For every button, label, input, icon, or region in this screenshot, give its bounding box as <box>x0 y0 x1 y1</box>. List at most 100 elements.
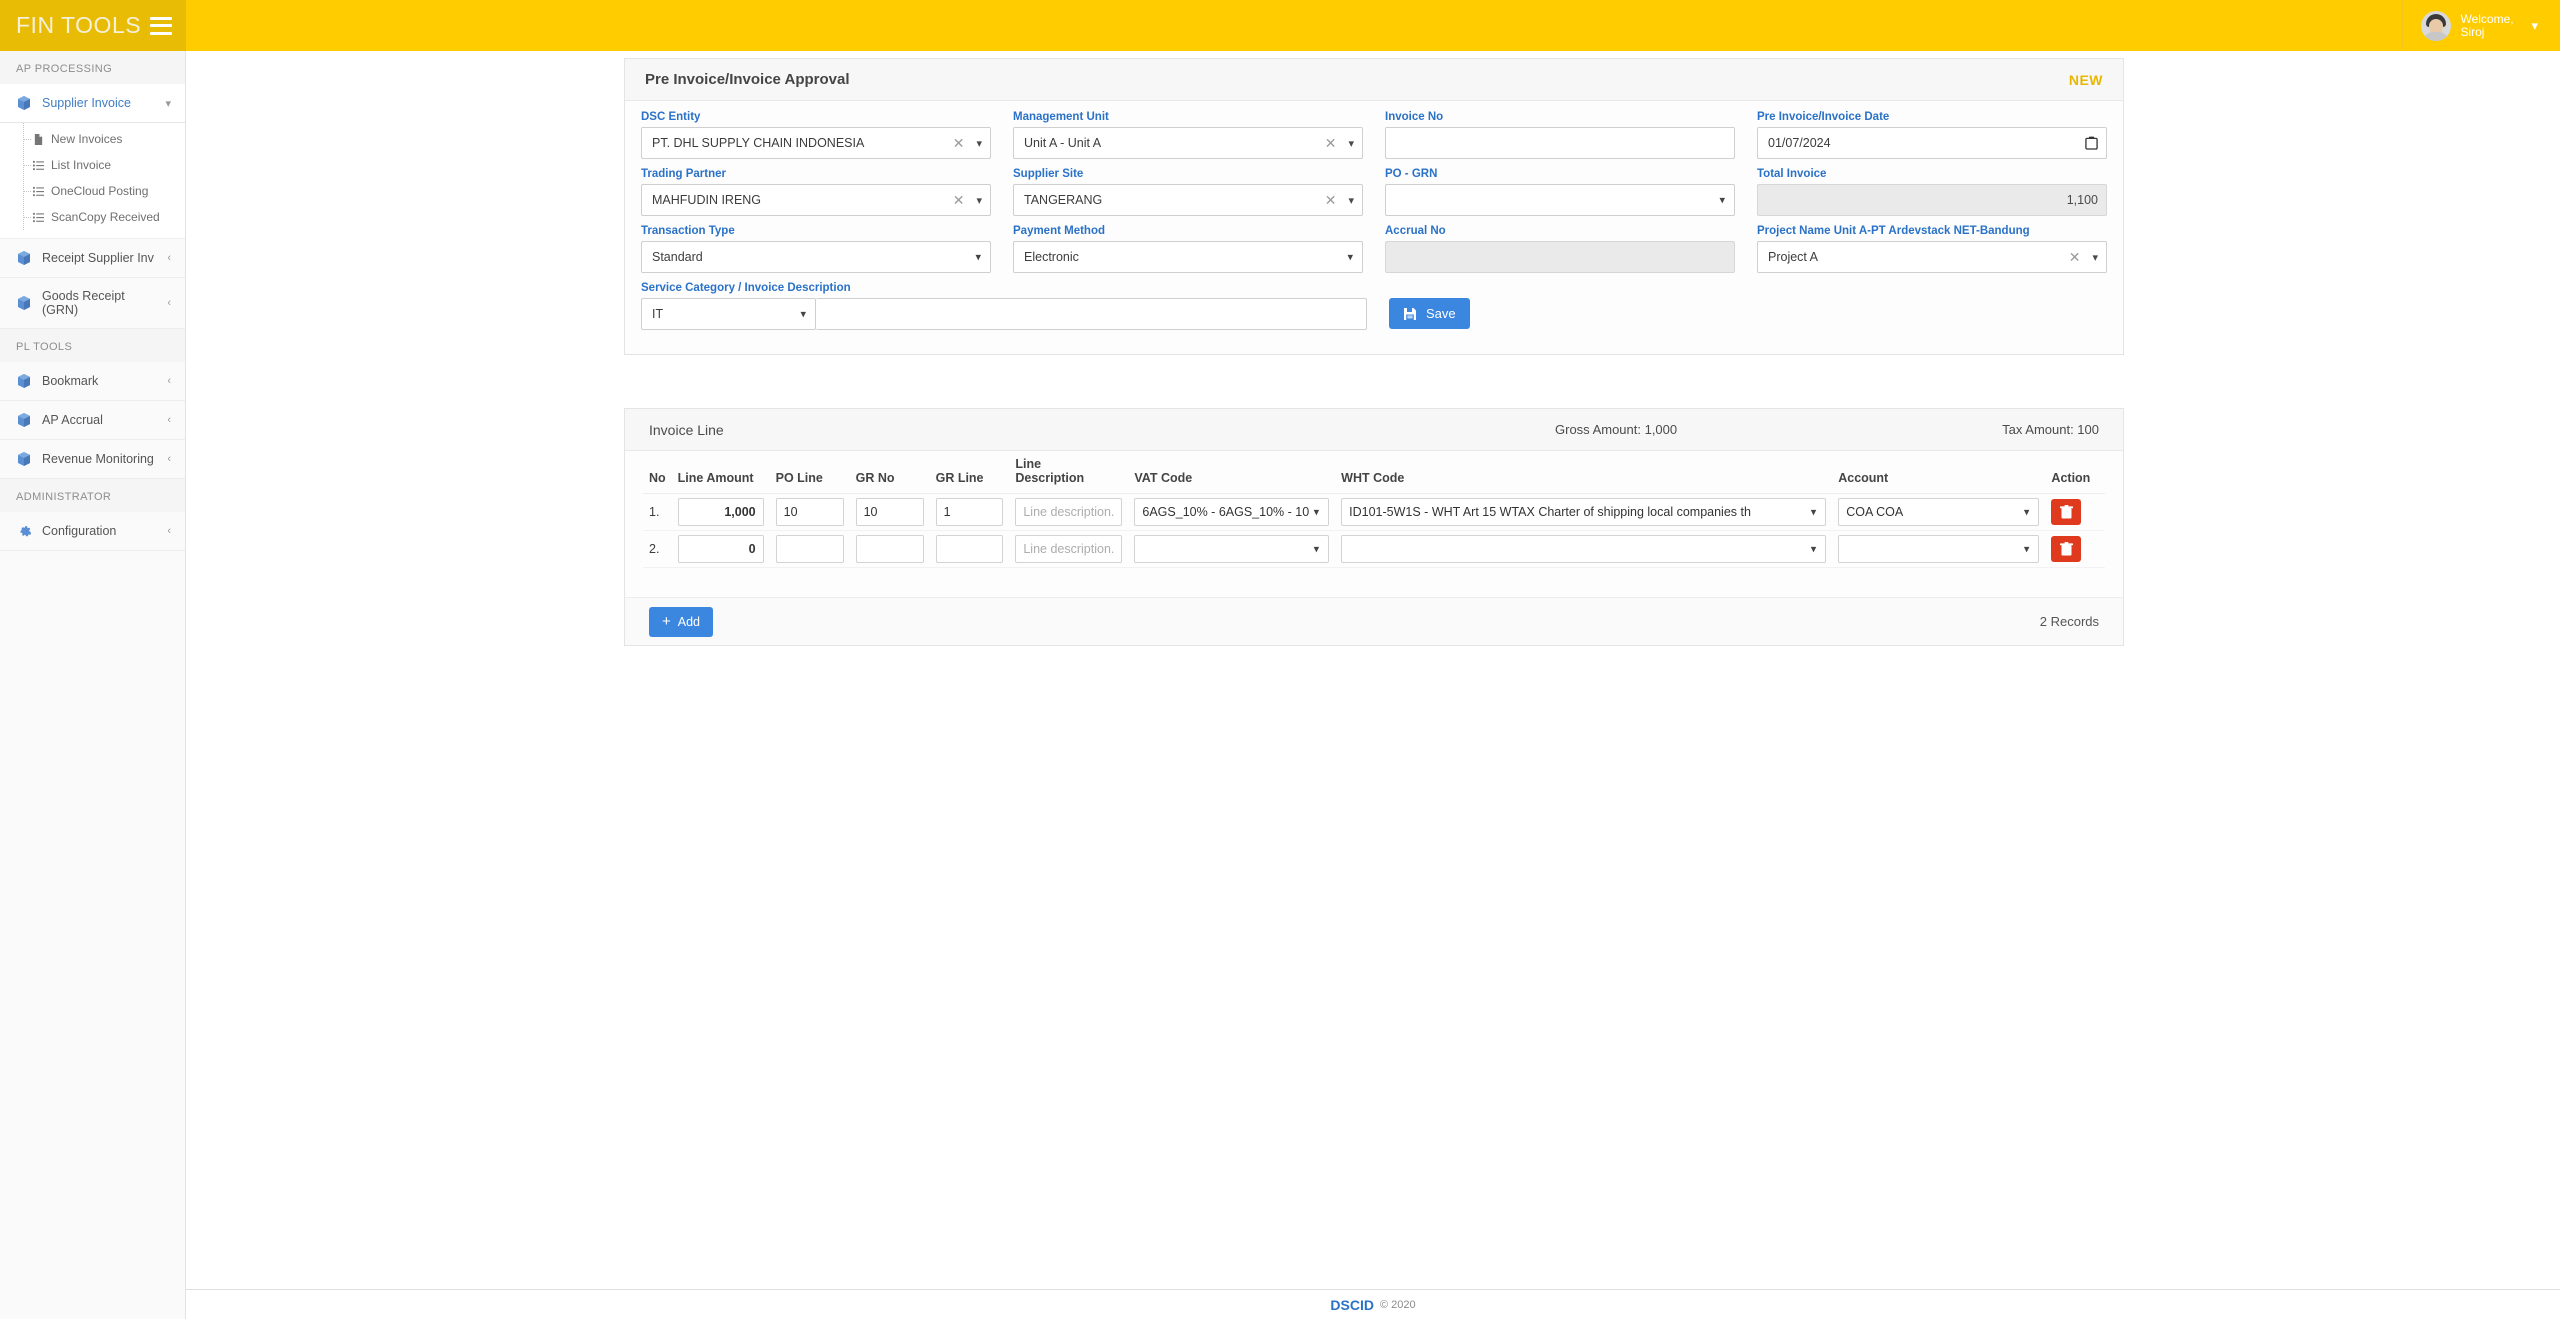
chevron-down-icon[interactable]: ▾ <box>1719 194 1725 207</box>
trading-partner-select[interactable]: MAHFUDIN IRENG ✕ ▾ <box>641 184 991 216</box>
col-line-amount: Line Amount <box>671 453 770 494</box>
cube-icon <box>16 250 32 266</box>
field-value: 01/07/2024 <box>1768 136 1831 150</box>
delete-row-button[interactable] <box>2051 536 2082 562</box>
po-line-input[interactable]: 10 <box>775 498 844 526</box>
sidebar-item-label: AP Accrual <box>42 413 103 427</box>
cell-value: 1,000 <box>724 505 756 519</box>
chevron-down-icon[interactable]: ▾ <box>2024 506 2030 519</box>
management-unit-select[interactable]: Unit A - Unit A ✕ ▾ <box>1013 127 1363 159</box>
invoice-date-input[interactable]: 01/07/2024 <box>1757 127 2107 159</box>
sidebar-item-list-invoice[interactable]: List Invoice <box>0 152 185 178</box>
invoice-no-input[interactable] <box>1385 127 1735 159</box>
cell-account: COA COA ▾ <box>1832 493 2046 531</box>
field-value: TANGERANG <box>1024 193 1103 207</box>
line-description-input[interactable]: Line description. <box>1015 535 1123 563</box>
cell-action <box>2045 493 2105 531</box>
sidebar-item-revenue-monitoring[interactable]: Revenue Monitoring ‹ <box>0 440 185 479</box>
sidebar-subitem-label: List Invoice <box>51 158 112 172</box>
chevron-down-icon[interactable]: ▾ <box>975 251 981 264</box>
transaction-type-select[interactable]: Standard ▾ <box>641 241 991 273</box>
sidebar-item-label: Receipt Supplier Inv <box>42 251 154 265</box>
sidebar-item-onecloud-posting[interactable]: OneCloud Posting <box>0 178 185 204</box>
sidebar-item-configuration[interactable]: Configuration ‹ <box>0 512 185 551</box>
clear-icon[interactable]: ✕ <box>945 135 973 152</box>
trash-icon <box>2059 542 2073 556</box>
add-line-button[interactable]: + Add <box>649 606 714 637</box>
chevron-down-icon[interactable]: ▾ <box>1344 137 1354 150</box>
sidebar-item-label: Bookmark <box>42 374 99 388</box>
wht-code-select[interactable]: ID101-5W1S - WHT Art 15 WTAX Charter of … <box>1341 498 1827 526</box>
line-description-input[interactable]: Line description. <box>1015 498 1123 526</box>
po-line-input[interactable] <box>775 535 844 563</box>
chevron-down-icon[interactable]: ▾ <box>972 137 982 150</box>
chevron-down-icon[interactable]: ▾ <box>2024 543 2030 556</box>
field-label: Service Category / Invoice Description <box>641 282 851 294</box>
service-category-select[interactable]: IT ▾ <box>641 298 816 330</box>
calendar-icon[interactable] <box>2085 136 2098 150</box>
cell-gr-line <box>929 530 1010 568</box>
sidebar-item-supplier-invoice[interactable]: Supplier Invoice ▾ <box>0 84 185 123</box>
account-select[interactable]: ▾ <box>1838 535 2040 563</box>
sidebar-section-pl-tools: PL TOOLS <box>0 329 185 362</box>
field-invoice-date: Pre Invoice/Invoice Date 01/07/2024 <box>1757 111 2107 159</box>
chevron-left-icon: ‹ <box>167 375 171 387</box>
clear-icon[interactable]: ✕ <box>1317 135 1345 152</box>
field-supplier-site: Supplier Site TANGERANG ✕ ▾ <box>1013 168 1363 216</box>
cell-value: 10 <box>863 505 878 519</box>
line-amount-input[interactable]: 0 <box>677 535 764 563</box>
vat-code-select[interactable]: 6AGS_10% - 6AGS_10% - 10 ▾ <box>1134 498 1330 526</box>
field-invoice-no: Invoice No <box>1385 111 1735 159</box>
clear-icon[interactable]: ✕ <box>2061 249 2089 266</box>
chevron-down-icon[interactable]: ▾ <box>1347 251 1353 264</box>
save-button[interactable]: Save <box>1389 298 1470 329</box>
field-payment-method: Payment Method Electronic ▾ <box>1013 225 1363 273</box>
chevron-down-icon[interactable]: ▾ <box>1811 506 1817 519</box>
field-label: Transaction Type <box>641 225 735 237</box>
sidebar-item-goods-receipt-grn[interactable]: Goods Receipt (GRN) ‹ <box>0 278 185 329</box>
supplier-site-select[interactable]: TANGERANG ✕ ▾ <box>1013 184 1363 216</box>
gr-line-input[interactable] <box>935 535 1004 563</box>
chevron-down-icon[interactable]: ▾ <box>1314 543 1320 556</box>
dsc-entity-select[interactable]: PT. DHL SUPPLY CHAIN INDONESIA ✕ ▾ <box>641 127 991 159</box>
chevron-down-icon[interactable]: ▾ <box>972 194 982 207</box>
delete-row-button[interactable] <box>2051 499 2082 525</box>
vat-code-select[interactable]: ▾ <box>1134 535 1330 563</box>
invoice-line-header: Invoice Line Gross Amount: 1,000 Tax Amo… <box>625 409 2123 451</box>
invoice-line-table-wrap: No Line Amount PO Line GR No GR Line Lin… <box>625 451 2123 568</box>
chevron-down-icon[interactable]: ▾ <box>2531 18 2538 34</box>
account-select[interactable]: COA COA ▾ <box>1838 498 2040 526</box>
sidebar-item-receipt-supplier-inv[interactable]: Receipt Supplier Inv ‹ <box>0 239 185 278</box>
chevron-left-icon: ‹ <box>167 252 171 264</box>
payment-method-select[interactable]: Electronic ▾ <box>1013 241 1363 273</box>
field-label: DSC Entity <box>641 111 701 123</box>
user-menu[interactable]: Welcome, Siroj ▾ <box>2402 0 2560 51</box>
wht-code-select[interactable]: ▾ <box>1341 535 1827 563</box>
chevron-down-icon[interactable]: ▾ <box>1344 194 1354 207</box>
brand-block: FIN TOOLS <box>0 0 186 51</box>
field-value: 1,100 <box>2066 193 2098 207</box>
po-grn-select[interactable]: ▾ <box>1385 184 1735 216</box>
sidebar-item-scancopy-received[interactable]: ScanCopy Received <box>0 204 185 230</box>
cell-value: ID101-5W1S - WHT Art 15 WTAX Charter of … <box>1349 505 1751 519</box>
cell-po-line <box>769 530 850 568</box>
sidebar-section-ap-processing: AP PROCESSING <box>0 51 185 84</box>
invoice-description-input[interactable] <box>816 298 1367 330</box>
line-amount-input[interactable]: 1,000 <box>677 498 764 526</box>
hamburger-icon[interactable] <box>150 16 172 35</box>
project-name-select[interactable]: Project A ✕ ▾ <box>1757 241 2107 273</box>
sidebar-item-new-invoices[interactable]: New Invoices <box>0 126 185 152</box>
chevron-down-icon[interactable]: ▾ <box>1314 506 1320 519</box>
save-button-label: Save <box>1426 306 1456 321</box>
gr-no-input[interactable] <box>855 535 924 563</box>
invoice-approval-panel: Pre Invoice/Invoice Approval NEW DSC Ent… <box>624 58 2124 355</box>
chevron-down-icon[interactable]: ▾ <box>1811 543 1817 556</box>
sidebar-item-ap-accrual[interactable]: AP Accrual ‹ <box>0 401 185 440</box>
gr-line-input[interactable]: 1 <box>935 498 1004 526</box>
clear-icon[interactable]: ✕ <box>1317 192 1345 209</box>
clear-icon[interactable]: ✕ <box>945 192 973 209</box>
sidebar-item-bookmark[interactable]: Bookmark ‹ <box>0 362 185 401</box>
chevron-down-icon[interactable]: ▾ <box>2088 251 2098 264</box>
chevron-down-icon[interactable]: ▾ <box>800 308 806 321</box>
gr-no-input[interactable]: 10 <box>855 498 924 526</box>
